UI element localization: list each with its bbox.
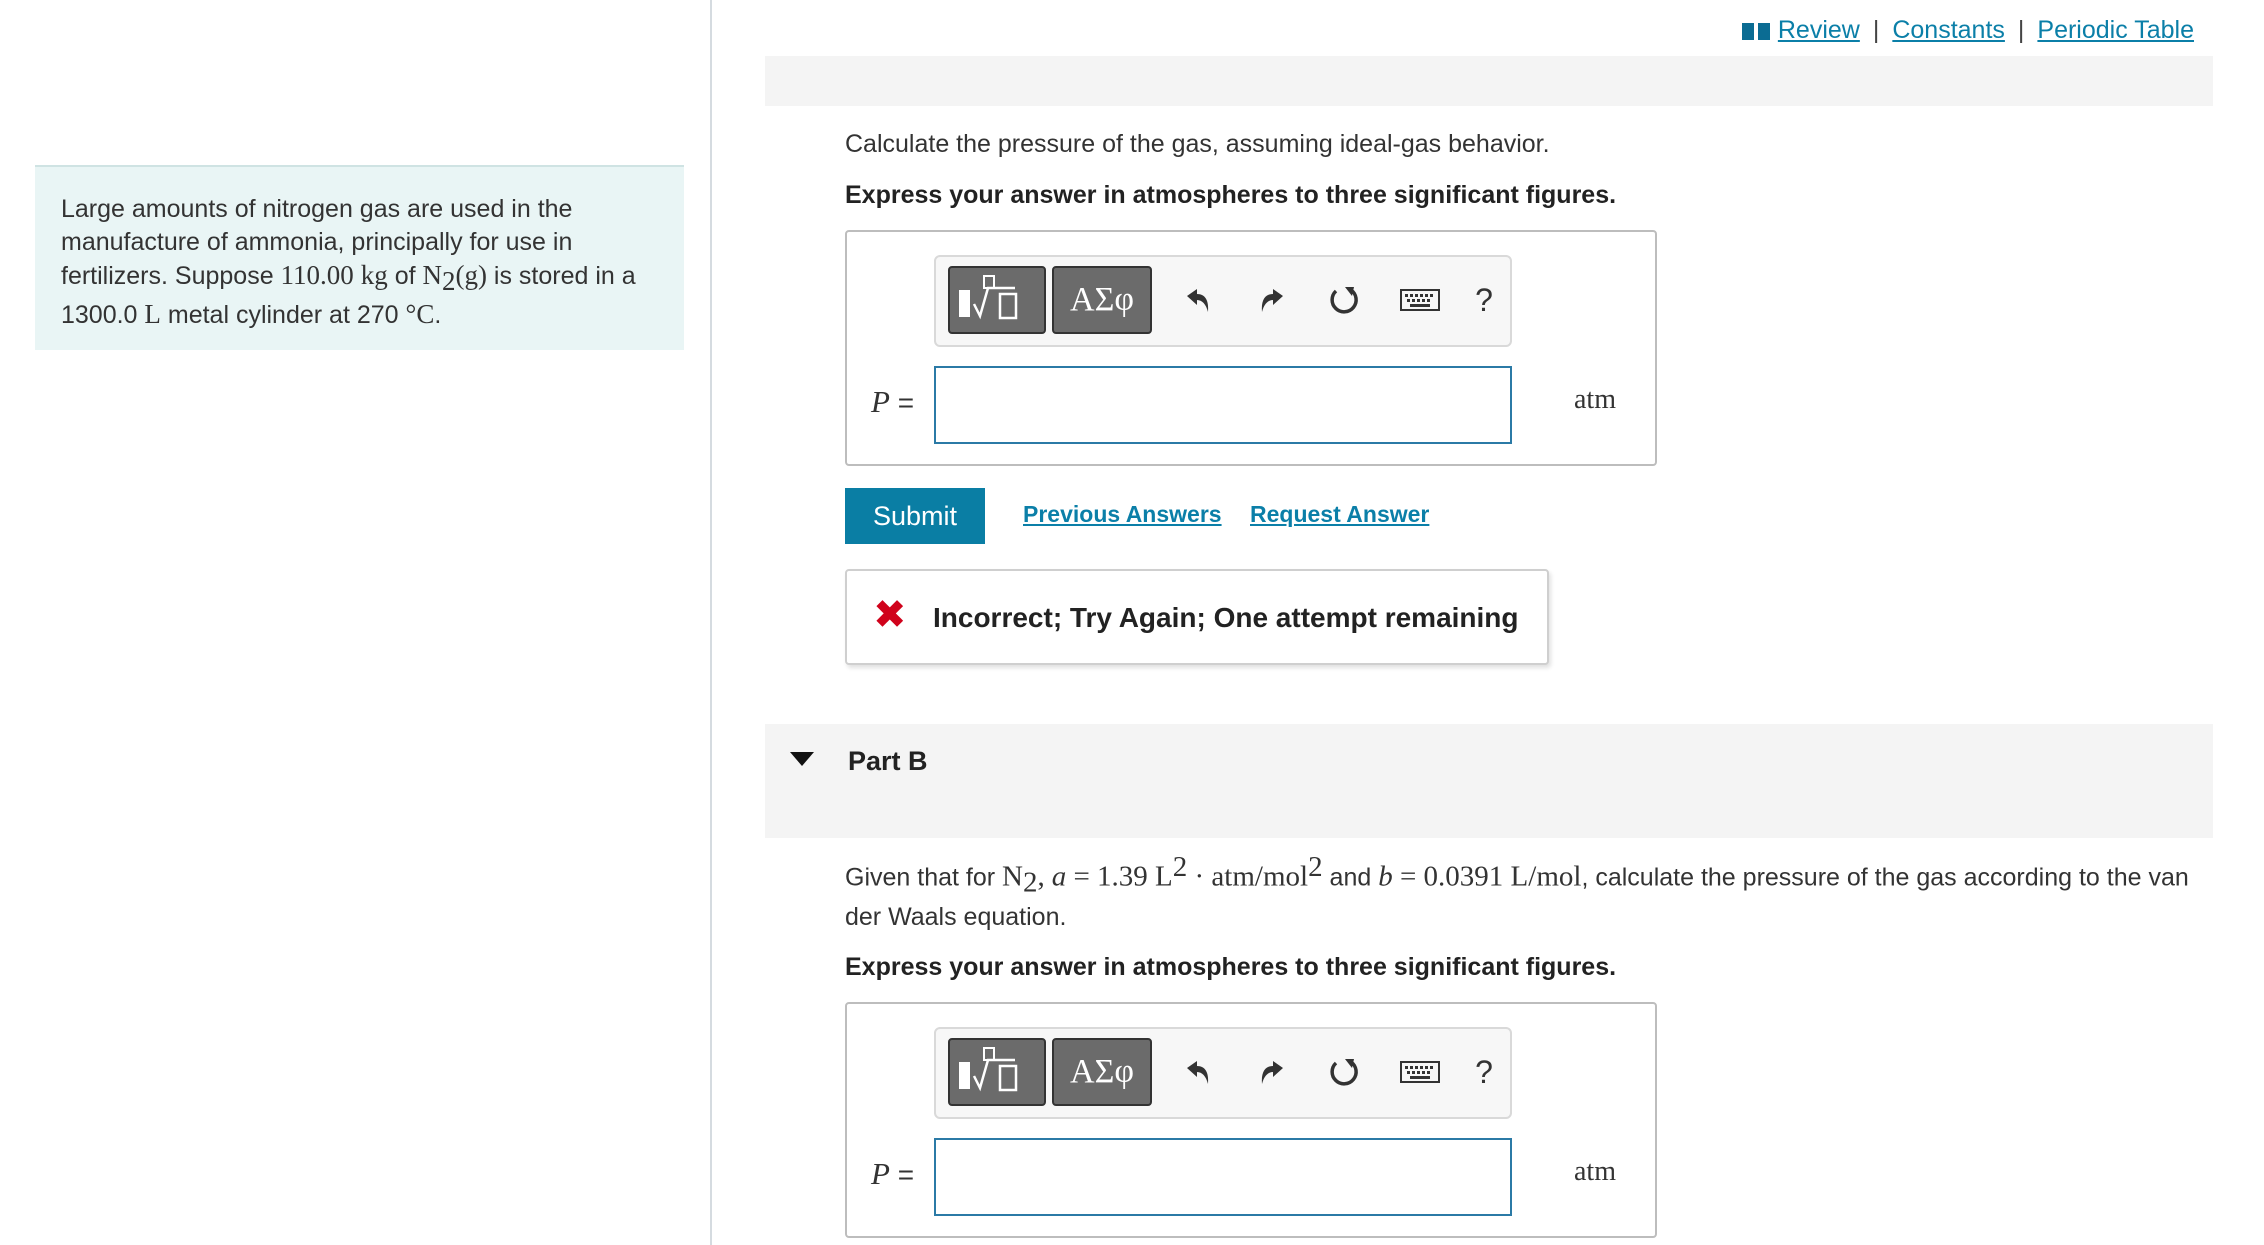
context-text: metal cylinder at (160, 301, 357, 329)
question-text: Given that for (845, 863, 1003, 892)
a-exponent: 2 (1172, 851, 1188, 883)
part-a-answer-input[interactable] (934, 366, 1512, 444)
feedback-box: ✖ Incorrect; Try Again; One attempt rema… (845, 569, 1549, 665)
redo-icon[interactable] (1254, 275, 1294, 325)
greek-symbols-button[interactable]: ΑΣφ (1052, 266, 1152, 334)
submit-button[interactable]: Submit (845, 488, 985, 544)
keyboard-icon[interactable] (1400, 275, 1440, 325)
a-units-exponent: 2 (1308, 851, 1323, 883)
species-subscript: 2 (442, 266, 456, 296)
templates-icon (959, 1047, 1018, 1092)
species-state: (g) (455, 260, 487, 290)
unit-label: atm (1574, 1156, 1616, 1187)
link-separator: | (1872, 16, 1880, 44)
math-toolbar: ΑΣφ ? (934, 1027, 1512, 1119)
panel-divider (710, 0, 712, 1245)
math-toolbar: ΑΣφ ? (934, 255, 1512, 347)
part-b-answer-box: ΑΣφ ? P = atm (845, 1002, 1657, 1238)
pressure-label: P = (871, 1156, 914, 1192)
periodic-table-link[interactable]: Periodic Table (2037, 16, 2194, 45)
part-a-instruction: Express your answer in atmospheres to th… (845, 181, 1617, 209)
comma: , (1037, 860, 1045, 893)
context-text: is stored in a (486, 262, 636, 290)
greek-symbols-button[interactable]: ΑΣφ (1052, 1038, 1152, 1106)
resource-links: Review | Constants | Periodic Table (1741, 16, 2194, 45)
species-symbol: N (1002, 860, 1023, 893)
species-subscript: 2 (1022, 866, 1038, 899)
templates-button[interactable] (948, 266, 1046, 334)
problem-context: Large amounts of nitrogen gas are used i… (35, 165, 684, 350)
feedback-message: Incorrect; Try Again; One attempt remain… (933, 602, 1519, 633)
equals-sign: = (897, 387, 915, 418)
mass-value: 110.00 (280, 260, 354, 290)
mass-unit: kg (360, 260, 388, 290)
previous-answers-link[interactable]: Previous Answers (1023, 501, 1222, 528)
redo-icon[interactable] (1254, 1047, 1294, 1097)
part-b-question: Given that for N2, a = 1.39 L2 · atm/mol… (845, 850, 2215, 935)
link-separator: | (2017, 16, 2025, 44)
keyboard-icon[interactable] (1400, 1047, 1440, 1097)
b-variable: b (1378, 860, 1393, 893)
review-link[interactable]: Review (1778, 16, 1860, 45)
incorrect-x-icon: ✖ (873, 593, 907, 637)
part-b-instruction: Express your answer in atmospheres to th… (845, 953, 1617, 981)
a-units: · atm/mol (1187, 860, 1309, 893)
question-text: and (1322, 863, 1379, 892)
help-button[interactable]: ? (1464, 275, 1504, 325)
pressure-variable: P (871, 1156, 890, 1191)
templates-icon (959, 275, 1018, 320)
context-text: . (434, 301, 442, 329)
volume-unit: L (144, 299, 161, 329)
b-value: = 0.0391 L/mol (1392, 860, 1582, 893)
undo-icon[interactable] (1176, 275, 1216, 325)
temp-value: 270 (356, 301, 399, 329)
book-icon (1741, 21, 1770, 41)
pressure-label: P = (871, 384, 914, 420)
help-button[interactable]: ? (1464, 1047, 1504, 1097)
a-value: = 1.39 L (1066, 860, 1173, 893)
part-a-answer-box: ΑΣφ ? P = atm (845, 230, 1657, 466)
part-b-header (765, 724, 2213, 838)
request-answer-link[interactable]: Request Answer (1250, 501, 1429, 528)
equals-sign: = (897, 1159, 915, 1190)
part-b-answer-input[interactable] (934, 1138, 1512, 1216)
templates-button[interactable] (948, 1038, 1046, 1106)
unit-label: atm (1574, 384, 1616, 415)
collapse-caret-icon[interactable] (790, 752, 814, 766)
volume-value: 1300.0 (61, 301, 138, 329)
undo-icon[interactable] (1176, 1047, 1216, 1097)
reset-icon[interactable] (1324, 275, 1364, 325)
constants-link[interactable]: Constants (1892, 16, 2005, 45)
context-text: of (387, 262, 423, 290)
temp-unit: °C (405, 299, 435, 329)
part-a-question: Calculate the pressure of the gas, assum… (845, 130, 1550, 158)
part-a-header (765, 56, 2213, 106)
reset-icon[interactable] (1324, 1047, 1364, 1097)
a-variable: a (1051, 860, 1067, 893)
species-symbol: N (422, 260, 443, 290)
pressure-variable: P (871, 384, 890, 419)
part-b-title[interactable]: Part B (848, 746, 928, 777)
